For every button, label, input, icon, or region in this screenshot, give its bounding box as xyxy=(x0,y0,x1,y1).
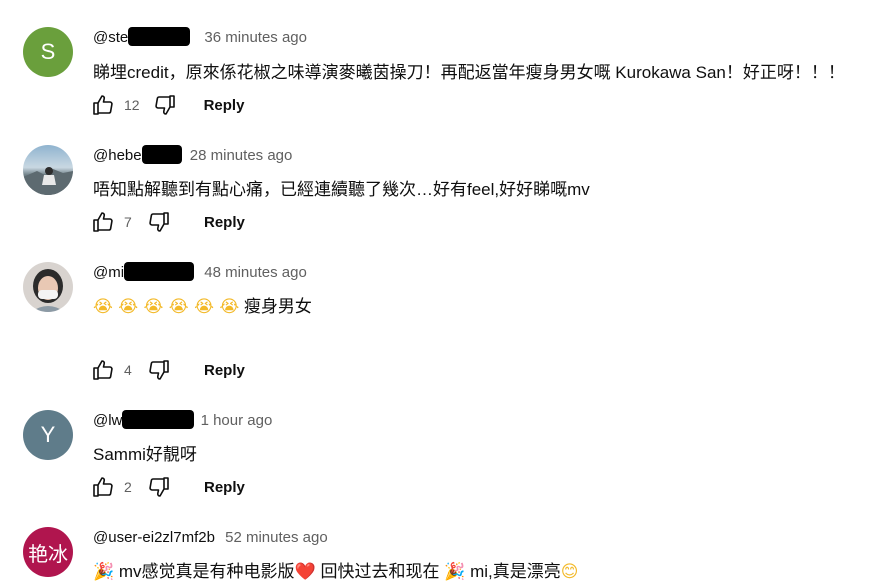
like-count: 12 xyxy=(124,97,140,113)
author-handle[interactable]: @user-ei2zl7mf2b xyxy=(93,529,215,546)
heart-emoji: ❤️ xyxy=(294,562,316,582)
comment-text: 🎉 mv感觉真是有种电影版❤️ 回快过去和现在 🎉 mi,真是漂亮😊 xyxy=(93,562,579,582)
like-count: 7 xyxy=(124,214,132,230)
avatar[interactable]: Y xyxy=(23,410,73,460)
redaction xyxy=(122,410,195,430)
party-popper-emoji: 🎉 xyxy=(93,562,115,582)
comment-actions: 7 Reply xyxy=(90,209,245,235)
like-icon[interactable] xyxy=(90,92,116,118)
timestamp[interactable]: 52 minutes ago xyxy=(225,529,328,546)
avatar[interactable]: 艳冰 xyxy=(23,527,73,577)
like-icon[interactable] xyxy=(90,209,116,235)
reply-button[interactable]: Reply xyxy=(204,214,245,231)
comment-actions: 2 Reply xyxy=(90,474,245,500)
avatar-photo-icon xyxy=(23,167,73,195)
comment-header: @ste 36 minutes ago xyxy=(93,27,307,47)
comment-header: @mi 48 minutes ago xyxy=(93,262,307,282)
redaction xyxy=(124,262,195,282)
reply-button[interactable]: Reply xyxy=(204,362,245,379)
author-handle[interactable]: @ste xyxy=(93,29,128,46)
dislike-icon[interactable] xyxy=(152,92,178,118)
like-count: 4 xyxy=(124,362,132,378)
avatar[interactable] xyxy=(23,262,73,312)
avatar[interactable]: S xyxy=(23,27,73,77)
comment-actions: 4 Reply xyxy=(90,357,245,383)
dislike-icon[interactable] xyxy=(146,474,172,500)
like-icon[interactable] xyxy=(90,357,116,383)
comment-header: @lw 1 hour ago xyxy=(93,410,273,430)
author-handle[interactable]: @lw xyxy=(93,412,122,429)
comment-text: 唔知點解聽到有點心痛，已經連續聽了幾次…好有feel,好好睇嘅mv xyxy=(93,180,590,199)
reply-button[interactable]: Reply xyxy=(204,97,245,114)
comment-text: 睇埋credit，原來係花椒之味導演麥曦茵操刀！再配返當年瘦身男女嘅 Kurok… xyxy=(93,63,845,82)
reply-button[interactable]: Reply xyxy=(204,479,245,496)
author-handle[interactable]: @hebe xyxy=(93,147,142,164)
timestamp[interactable]: 48 minutes ago xyxy=(204,264,307,281)
timestamp[interactable]: 36 minutes ago xyxy=(204,29,307,46)
comment-header: @user-ei2zl7mf2b 52 minutes ago xyxy=(93,529,328,546)
redaction xyxy=(128,27,191,47)
smiling-face-emoji: 😊 xyxy=(560,562,579,582)
avatar-photo-icon xyxy=(31,269,65,312)
dislike-icon[interactable] xyxy=(146,357,172,383)
comment-text-body: 瘦身男女 xyxy=(243,297,312,316)
comment-actions: 12 Reply xyxy=(90,92,244,118)
comment-text: Sammi好靚呀 xyxy=(93,445,197,464)
timestamp[interactable]: 1 hour ago xyxy=(201,412,273,429)
like-icon[interactable] xyxy=(90,474,116,500)
party-popper-emoji: 🎉 xyxy=(444,562,466,582)
like-count: 2 xyxy=(124,479,132,495)
author-handle[interactable]: @mi xyxy=(93,264,124,281)
dislike-icon[interactable] xyxy=(146,209,172,235)
timestamp[interactable]: 28 minutes ago xyxy=(190,147,293,164)
avatar[interactable] xyxy=(23,145,73,195)
comment-text: 😭 😭 😭 😭 😭 😭 瘦身男女 xyxy=(93,292,312,317)
redaction xyxy=(141,145,182,165)
crying-face-emoji: 😭 😭 😭 😭 😭 😭 xyxy=(93,297,240,317)
comment-header: @hebe 28 minutes ago xyxy=(93,145,293,165)
